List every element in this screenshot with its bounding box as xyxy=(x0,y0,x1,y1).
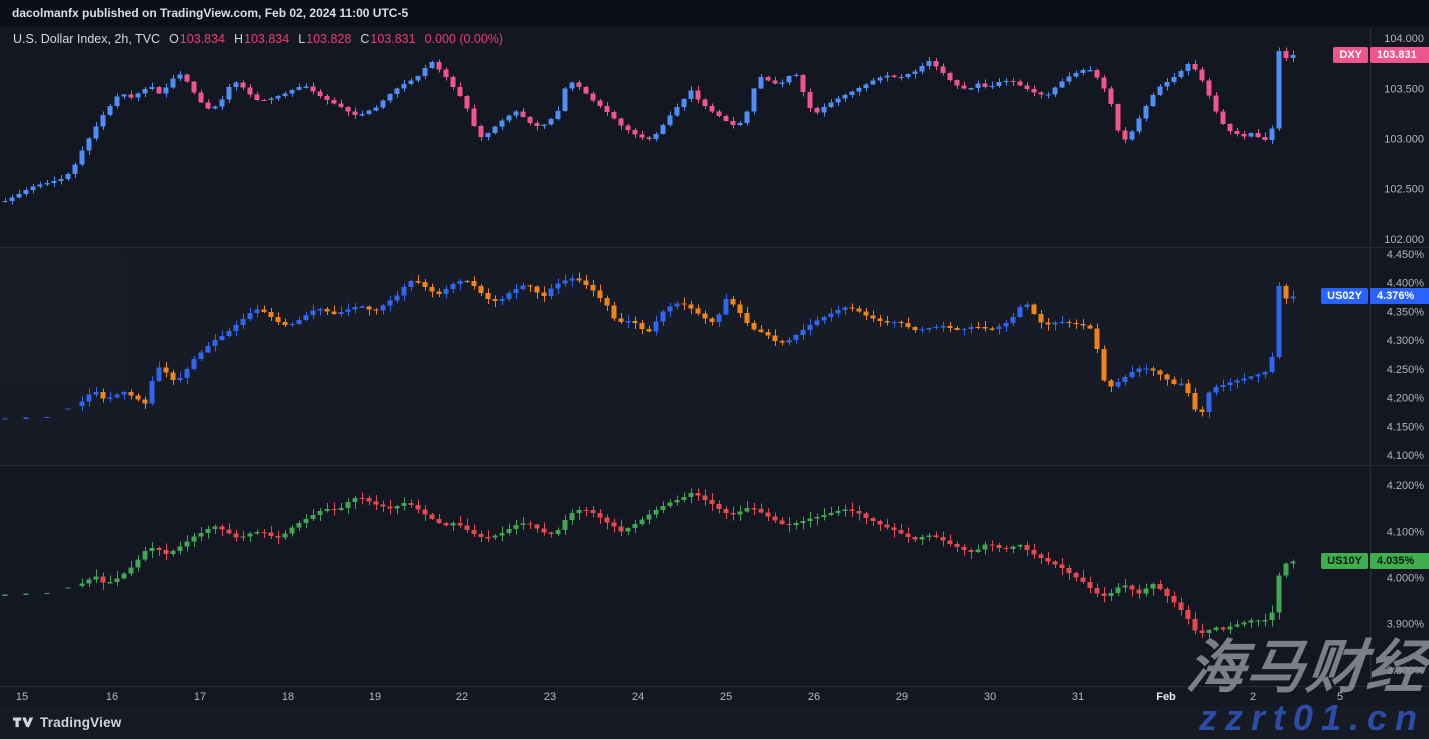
time-axis[interactable]: 15161718192223242526293031Feb25 xyxy=(16,691,1343,703)
svg-text:4.450%: 4.450% xyxy=(1387,249,1425,261)
svg-text:16: 16 xyxy=(106,691,118,703)
svg-text:30: 30 xyxy=(984,691,996,703)
svg-text:Feb: Feb xyxy=(1156,691,1176,703)
svg-text:104.000: 104.000 xyxy=(1384,33,1424,45)
chart-canvas[interactable]: 104.000 103.500 103.000 102.500 102.000 4.450… xyxy=(0,0,1429,739)
price-label-dxy-value: 103.831 xyxy=(1370,47,1429,63)
svg-text:4.250%: 4.250% xyxy=(1387,364,1425,376)
price-label-us10y-value: 4.035% xyxy=(1370,553,1429,569)
svg-text:19: 19 xyxy=(369,691,381,703)
svg-text:4.350%: 4.350% xyxy=(1387,306,1425,318)
price-label-dxy-symbol: DXY xyxy=(1333,47,1368,63)
legend-change: 0.000 (0.00%) xyxy=(425,32,504,46)
price-label-us02y-symbol: US02Y xyxy=(1321,288,1368,304)
watermark-line2: zzrt01.cn xyxy=(1199,699,1425,737)
svg-text:4.100%: 4.100% xyxy=(1387,526,1425,538)
svg-text:31: 31 xyxy=(1072,691,1084,703)
svg-text:4.300%: 4.300% xyxy=(1387,335,1425,347)
svg-text:103.000: 103.000 xyxy=(1384,134,1424,146)
svg-text:102.500: 102.500 xyxy=(1384,184,1424,196)
watermark-line1: 海马财经 xyxy=(1184,638,1429,699)
svg-text:29: 29 xyxy=(896,691,908,703)
price-label-dxy: DXY 103.831 xyxy=(1333,47,1429,63)
price-label-us02y: US02Y 4.376% xyxy=(1321,288,1429,304)
svg-text:17: 17 xyxy=(194,691,206,703)
price-axis-dxy[interactable]: 104.000 103.500 103.000 102.500 102.000 xyxy=(1384,33,1424,246)
symbol-legend[interactable]: U.S. Dollar Index, 2h, TVC O 103.834 H 1… xyxy=(13,32,503,46)
price-label-us10y: US10Y 4.035% xyxy=(1321,553,1429,569)
legend-high: H 103.834 xyxy=(234,32,289,46)
svg-text:3.900%: 3.900% xyxy=(1387,619,1425,631)
svg-text:4.100%: 4.100% xyxy=(1387,450,1425,462)
tradingview-logo-icon[interactable] xyxy=(13,716,33,729)
svg-text:4.000%: 4.000% xyxy=(1387,573,1425,585)
svg-text:26: 26 xyxy=(808,691,820,703)
svg-text:25: 25 xyxy=(720,691,732,703)
svg-text:23: 23 xyxy=(544,691,556,703)
legend-open: O 103.834 xyxy=(169,32,225,46)
price-label-us10y-symbol: US10Y xyxy=(1321,553,1368,569)
legend-low: L 103.828 xyxy=(298,32,351,46)
candles-dxy xyxy=(3,47,1296,204)
svg-text:4.150%: 4.150% xyxy=(1387,421,1425,433)
svg-text:103.500: 103.500 xyxy=(1384,83,1424,95)
chart-area[interactable]: 104.000 103.500 103.000 102.500 102.000 4.450… xyxy=(0,27,1429,706)
tradingview-brand[interactable]: TradingView xyxy=(40,715,121,730)
legend-close: C 103.831 xyxy=(360,32,415,46)
svg-text:18: 18 xyxy=(282,691,294,703)
price-label-us02y-value: 4.376% xyxy=(1370,288,1429,304)
price-axis-us02y[interactable]: 4.450%4.400%4.350%4.300%4.250%4.200%4.15… xyxy=(1387,249,1425,462)
svg-text:22: 22 xyxy=(456,691,468,703)
svg-text:102.000: 102.000 xyxy=(1384,234,1424,246)
tradingview-published-chart: dacolmanfx published on TradingView.com,… xyxy=(0,0,1429,739)
svg-text:4.200%: 4.200% xyxy=(1387,393,1425,405)
svg-text:15: 15 xyxy=(16,691,28,703)
svg-text:4.200%: 4.200% xyxy=(1387,480,1425,492)
candles-us10y xyxy=(3,488,1296,638)
legend-symbol-title[interactable]: U.S. Dollar Index, 2h, TVC xyxy=(13,32,160,46)
svg-text:24: 24 xyxy=(632,691,644,703)
